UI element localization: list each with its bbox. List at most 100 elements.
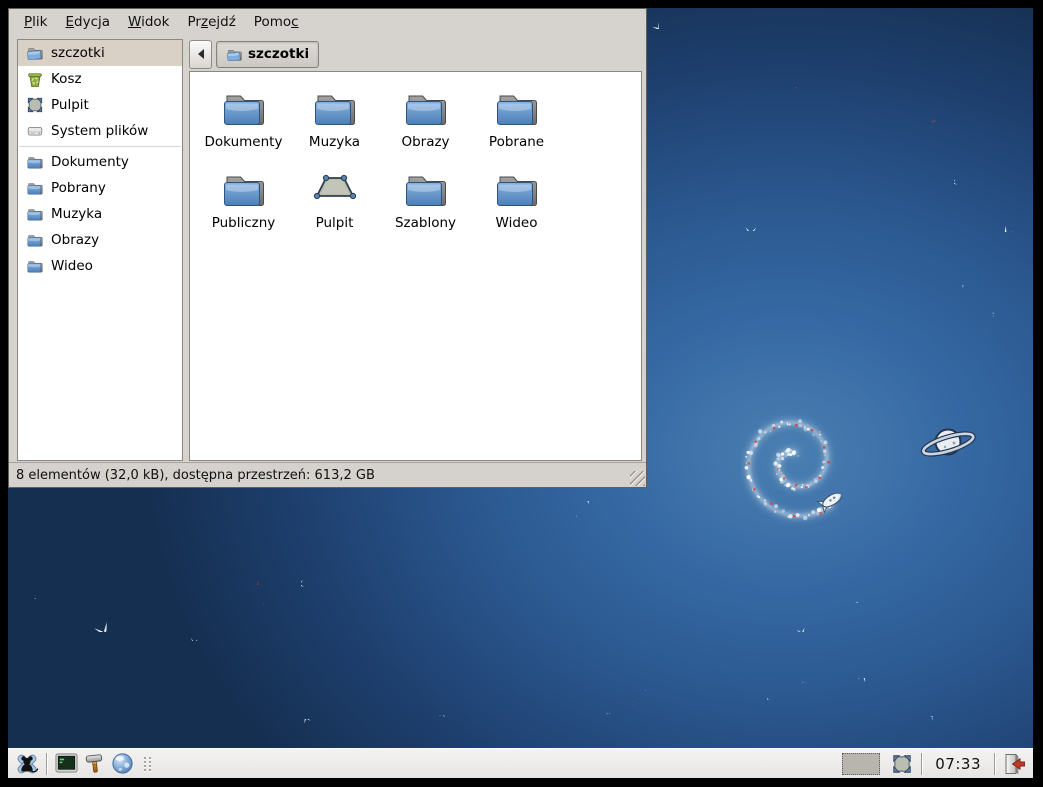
status-bar: 8 elementów (32,0 kB), dostępna przestrz… bbox=[9, 462, 646, 487]
star bbox=[263, 603, 267, 607]
trash-icon bbox=[26, 70, 44, 88]
sidebar-item-label: Pulpit bbox=[51, 97, 89, 113]
show-desktop-button[interactable] bbox=[888, 751, 916, 777]
folder-icon bbox=[26, 153, 44, 171]
menu-bar: PlikEdycjaWidokPrzejdźPomoc bbox=[9, 9, 646, 35]
star bbox=[83, 608, 107, 632]
path-button-label: szczotki bbox=[248, 46, 309, 62]
sidebar-item-label: Muzyka bbox=[51, 206, 102, 222]
sidebar-item-pulpit[interactable]: Pulpit bbox=[18, 92, 182, 118]
sidebar-item-label: Pobrany bbox=[51, 180, 106, 196]
star bbox=[257, 575, 267, 585]
star bbox=[740, 213, 758, 231]
file-label: Obrazy bbox=[401, 134, 449, 150]
path-button-current[interactable]: szczotki bbox=[216, 41, 319, 68]
folder-open-icon bbox=[226, 46, 243, 63]
star bbox=[986, 312, 994, 320]
sidebar-separator bbox=[19, 146, 181, 147]
file-label: Wideo bbox=[496, 215, 538, 231]
xfce-mouse-icon bbox=[14, 751, 40, 777]
sidebar-item-label: szczotki bbox=[51, 45, 105, 61]
folder-view[interactable]: Dokumenty Muzyka Obrazy Pobrane Publiczny Pul… bbox=[189, 71, 642, 461]
menu-item-plik[interactable]: Plik bbox=[15, 11, 56, 33]
star bbox=[645, 15, 659, 29]
taskbar-separator bbox=[46, 753, 47, 775]
star bbox=[791, 618, 805, 632]
sidebar-item-pobrany[interactable]: Pobrany bbox=[18, 175, 182, 201]
back-arrow-icon bbox=[198, 49, 204, 59]
sidebar-item-szczotki[interactable]: szczotki bbox=[18, 40, 182, 66]
path-bar: szczotki bbox=[189, 39, 640, 69]
star bbox=[932, 117, 948, 133]
star bbox=[304, 719, 316, 731]
taskbar-separator bbox=[994, 753, 995, 775]
resize-grip[interactable] bbox=[630, 471, 645, 486]
star bbox=[573, 515, 577, 519]
sidebar-item-dokumenty[interactable]: Dokumenty bbox=[18, 149, 182, 175]
show-desktop-icon bbox=[891, 753, 913, 775]
back-button[interactable] bbox=[189, 40, 212, 69]
star bbox=[437, 715, 447, 725]
star bbox=[956, 285, 964, 293]
star bbox=[1003, 216, 1019, 232]
file-label: Pulpit bbox=[316, 215, 354, 231]
folder-icon bbox=[26, 205, 44, 223]
folder-icon bbox=[402, 84, 450, 132]
sidebar-item-kosz[interactable]: Kosz bbox=[18, 66, 182, 92]
sidebar-item-label: Wideo bbox=[51, 258, 93, 274]
star bbox=[645, 690, 649, 694]
sidebar-item-wideo[interactable]: Wideo bbox=[18, 253, 182, 279]
file-item-obrazy[interactable]: Obrazy bbox=[380, 84, 471, 165]
logout-button[interactable] bbox=[1000, 751, 1028, 777]
drag-grip[interactable] bbox=[144, 757, 152, 771]
workspace-pager[interactable] bbox=[842, 753, 880, 775]
folder-icon bbox=[220, 165, 268, 213]
file-label: Pobrane bbox=[489, 134, 544, 150]
tool-launcher[interactable] bbox=[80, 751, 108, 777]
file-label: Dokumenty bbox=[205, 134, 283, 150]
file-label: Muzyka bbox=[309, 134, 360, 150]
rocket bbox=[806, 476, 856, 520]
star bbox=[954, 175, 964, 185]
status-text: 8 elementów (32,0 kB), dostępna przestrz… bbox=[16, 468, 375, 483]
file-item-publiczny[interactable]: Publiczny bbox=[198, 165, 289, 246]
folder-icon bbox=[311, 84, 359, 132]
folder-icon bbox=[493, 165, 541, 213]
desktop-icon bbox=[311, 165, 359, 213]
clock[interactable]: 07:33 bbox=[927, 755, 989, 773]
sidebar-item-muzyka[interactable]: Muzyka bbox=[18, 201, 182, 227]
debian-swirl bbox=[720, 390, 870, 550]
terminal-icon bbox=[54, 751, 79, 776]
star bbox=[581, 501, 589, 509]
sidebar-item-label: Obrazy bbox=[51, 232, 99, 248]
file-item-muzyka[interactable]: Muzyka bbox=[289, 84, 380, 165]
file-label: Szablony bbox=[395, 215, 456, 231]
menu-item-widok[interactable]: Widok bbox=[119, 11, 178, 33]
file-label: Publiczny bbox=[212, 215, 276, 231]
sidebar-item-system-plików[interactable]: System plików bbox=[18, 118, 182, 144]
star bbox=[188, 629, 200, 641]
menu-item-pomoc[interactable]: Pomoc bbox=[245, 11, 308, 33]
star bbox=[801, 676, 808, 683]
taskbar-separator bbox=[921, 753, 922, 775]
folder-open-icon bbox=[26, 44, 44, 62]
file-item-szablony[interactable]: Szablony bbox=[380, 165, 471, 246]
folder-icon bbox=[26, 257, 44, 275]
sidebar-item-obrazy[interactable]: Obrazy bbox=[18, 227, 182, 253]
star bbox=[29, 593, 36, 600]
hammer-icon bbox=[82, 751, 107, 776]
menu-item-przejdź[interactable]: Przejdź bbox=[179, 11, 245, 33]
file-item-dokumenty[interactable]: Dokumenty bbox=[198, 84, 289, 165]
globe-icon bbox=[110, 751, 135, 776]
terminal-launcher[interactable] bbox=[52, 751, 80, 777]
file-item-wideo[interactable]: Wideo bbox=[471, 165, 562, 246]
menu-item-edycja[interactable]: Edycja bbox=[56, 11, 119, 33]
star bbox=[767, 694, 773, 700]
file-item-pobrane[interactable]: Pobrane bbox=[471, 84, 562, 165]
folder-icon bbox=[402, 165, 450, 213]
star bbox=[606, 713, 613, 720]
web-browser-launcher[interactable] bbox=[108, 751, 136, 777]
file-item-pulpit[interactable]: Pulpit bbox=[289, 165, 380, 246]
applications-menu-button[interactable] bbox=[13, 751, 41, 777]
sidebar-item-label: Kosz bbox=[51, 71, 82, 87]
